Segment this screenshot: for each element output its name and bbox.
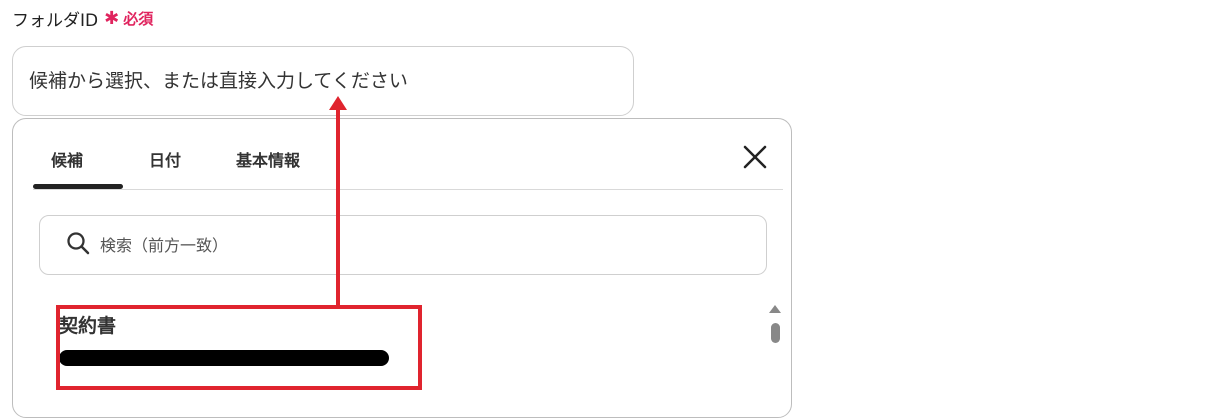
annotation-arrow-line [336,106,340,306]
tab-bar: 候補 日付 基本情報 [33,119,783,190]
tab-candidates[interactable]: 候補 [51,147,83,171]
tab-date-label: 日付 [149,151,182,170]
required-asterisk-icon: ✱ [104,8,120,29]
scroll-up-arrow-icon[interactable] [769,305,781,313]
folder-id-input[interactable] [12,46,634,116]
annotation-highlight-box [56,305,422,390]
close-icon[interactable] [741,143,769,171]
tab-date[interactable]: 日付 [149,147,181,171]
search-icon [66,231,90,259]
annotation-arrow-head-icon [329,96,347,110]
search-box[interactable] [39,215,767,275]
search-input[interactable] [98,234,602,256]
active-tab-indicator [33,184,123,189]
scrollbar-thumb[interactable] [771,323,780,343]
folder-id-label: フォルダID ✱ 必須 [12,6,153,31]
folder-id-label-text: フォルダID [12,11,99,31]
required-badge: 必須 [123,10,154,28]
tab-candidates-label: 候補 [51,151,84,170]
tab-basic-info-label: 基本情報 [236,151,301,170]
tab-basic-info[interactable]: 基本情報 [236,147,300,171]
